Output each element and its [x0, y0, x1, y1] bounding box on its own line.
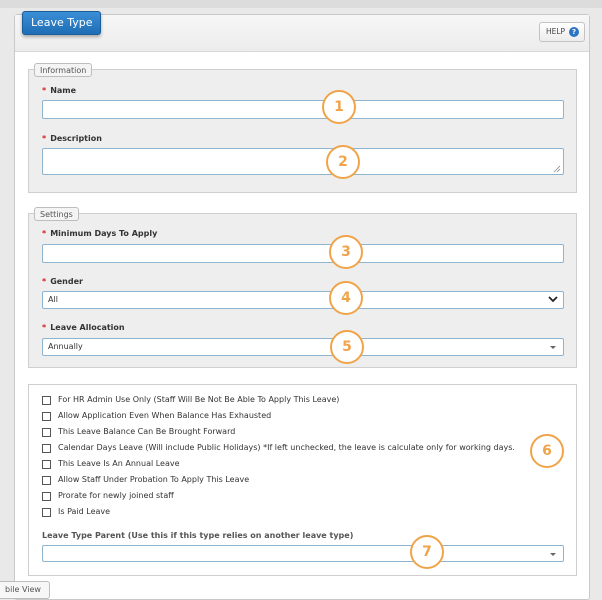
name-input[interactable] — [42, 100, 564, 119]
resize-handle-icon[interactable] — [553, 165, 561, 173]
settings-legend: Settings — [34, 207, 79, 221]
checkbox[interactable] — [42, 508, 51, 517]
annotation-marker-2: 2 — [326, 145, 360, 179]
checkbox[interactable] — [42, 492, 51, 501]
caret-down-icon — [550, 553, 556, 556]
allocation-select[interactable]: Annually — [42, 338, 564, 356]
gender-value: All — [48, 295, 58, 304]
help-button[interactable]: HELP ? — [539, 22, 585, 42]
min-days-input[interactable] — [42, 244, 564, 263]
information-legend: Information — [34, 63, 93, 77]
caret-down-icon — [550, 346, 556, 349]
annotation-marker-5: 5 — [330, 330, 364, 364]
panel-header: Leave Type HELP ? — [15, 11, 589, 52]
checkbox[interactable] — [42, 412, 51, 421]
annotation-marker-4: 4 — [329, 281, 363, 315]
checkbox[interactable] — [42, 476, 51, 485]
checkbox[interactable] — [42, 444, 51, 453]
top-strip — [0, 0, 602, 8]
gender-label: * Gender — [42, 277, 83, 286]
min-days-label: * Minimum Days To Apply — [42, 229, 158, 238]
gender-select[interactable]: All — [42, 291, 564, 309]
checkbox[interactable] — [42, 428, 51, 437]
page-title: Leave Type — [22, 11, 102, 35]
description-label: * Description — [42, 134, 102, 143]
parent-select[interactable] — [42, 545, 564, 562]
allocation-value: Annually — [48, 342, 83, 351]
parent-label: Leave Type Parent (Use this if this type… — [42, 531, 354, 540]
help-icon: ? — [569, 27, 579, 37]
annotation-marker-6: 6 — [530, 434, 564, 468]
allocation-label: * Leave Allocation — [42, 323, 125, 332]
chevron-down-icon — [548, 296, 558, 303]
annotation-marker-7: 7 — [410, 535, 444, 569]
checkbox[interactable] — [42, 396, 51, 405]
checkbox[interactable] — [42, 460, 51, 469]
annotation-marker-1: 1 — [322, 90, 356, 124]
mobile-view-tab[interactable]: bile View — [0, 581, 50, 599]
annotation-marker-3: 3 — [329, 235, 363, 269]
name-label: * Name — [42, 86, 77, 95]
help-label: HELP — [546, 27, 566, 36]
description-textarea[interactable] — [42, 148, 564, 175]
